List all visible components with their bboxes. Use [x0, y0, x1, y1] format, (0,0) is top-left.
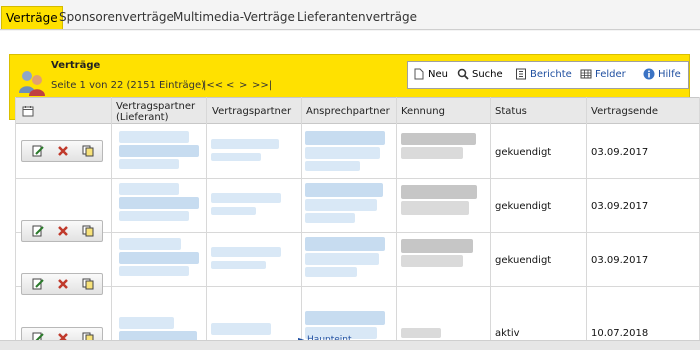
nav-next-link[interactable]: >: [239, 80, 247, 91]
row-actions: [21, 220, 103, 242]
edit-icon[interactable]: [32, 225, 44, 237]
tab-sponsorenvertraege[interactable]: Sponsorenverträge: [59, 6, 174, 29]
redacted-text: [119, 145, 199, 157]
redacted-text: [211, 193, 281, 203]
copy-icon[interactable]: [82, 278, 94, 290]
table-header-row: Vertragspartner (Lieferant) Vertragspart…: [15, 97, 700, 124]
new-button[interactable]: Neu: [413, 68, 448, 80]
redacted-text: [211, 207, 256, 215]
redacted-text: [211, 261, 266, 269]
redacted-text: [401, 328, 441, 338]
contract-end-value: 03.09.2017: [591, 201, 649, 212]
redacted-text: [401, 147, 463, 159]
new-document-icon: [414, 68, 424, 80]
redacted-text: [305, 131, 385, 145]
redacted-text: [119, 131, 189, 143]
info-icon: [643, 68, 655, 80]
reports-icon: [516, 68, 526, 80]
new-button-label: Neu: [428, 68, 448, 80]
nav-last-link[interactable]: >>|: [252, 80, 272, 91]
redacted-text: [305, 161, 360, 171]
tab-bar: Verträge Sponsorenverträge Multimedia-Ve…: [0, 0, 700, 30]
contract-end-value: 03.09.2017: [591, 255, 649, 266]
redacted-text: [119, 317, 174, 329]
tab-multimedia-vertraege[interactable]: Multimedia-Verträge: [173, 6, 295, 29]
redacted-text: [305, 311, 385, 325]
search-button-label: Suche: [472, 68, 503, 80]
redacted-text: [211, 247, 281, 257]
status-value: gekuendigt: [495, 201, 552, 212]
redacted-text: [119, 197, 199, 209]
redacted-text: [119, 183, 179, 195]
status-value: gekuendigt: [495, 255, 552, 266]
redacted-text: [401, 201, 469, 215]
help-button[interactable]: Hilfe: [643, 68, 681, 80]
redacted-text: [401, 239, 473, 253]
fields-grid-icon: [580, 69, 592, 79]
contracts-table: Vertragspartner (Lieferant) Vertragspart…: [15, 97, 700, 350]
delete-icon[interactable]: [57, 278, 69, 290]
reports-button-label: Berichte: [530, 68, 572, 80]
tab-lieferantenvertraege[interactable]: Lieferantenverträge: [297, 6, 417, 29]
column-header-vertragspartner[interactable]: Vertragspartner: [212, 106, 291, 117]
help-button-label: Hilfe: [658, 68, 681, 80]
redacted-text: [211, 153, 261, 161]
edit-icon[interactable]: [32, 278, 44, 290]
redacted-text: [119, 252, 199, 264]
redacted-text: [119, 211, 189, 221]
redacted-text: [305, 183, 383, 197]
redacted-text: [305, 147, 380, 159]
nav-prev-link[interactable]: <: [226, 80, 234, 91]
nav-first-link[interactable]: |<<: [203, 80, 223, 91]
column-header-status[interactable]: Status: [495, 106, 527, 117]
horizontal-scrollbar[interactable]: [0, 340, 700, 350]
tab-vertraege[interactable]: Verträge: [1, 6, 63, 29]
page-info: Seite 1 von 22 (2151 Einträge): [51, 80, 206, 91]
fields-button[interactable]: Felder: [580, 68, 626, 80]
redacted-text: [119, 266, 189, 276]
redacted-text: [305, 267, 357, 277]
search-icon: [457, 68, 469, 80]
redacted-text: [305, 237, 385, 251]
column-header-vertragsende[interactable]: Vertragsende: [591, 106, 658, 117]
redacted-text: [305, 213, 355, 223]
status-value: gekuendigt: [495, 147, 552, 158]
redacted-text: [119, 159, 179, 169]
redacted-text: [211, 323, 271, 335]
redacted-text: [305, 199, 377, 211]
toolbar: Neu Suche Berichte Felder Hilfe: [407, 61, 689, 89]
page-title: Verträge: [51, 60, 101, 71]
column-header-vertragspartner-lieferant[interactable]: Vertragspartner (Lieferant): [116, 101, 208, 123]
contract-end-value: 03.09.2017: [591, 147, 649, 158]
main-content: Verträge Seite 1 von 22 (2151 Einträge) …: [0, 31, 700, 350]
search-button[interactable]: Suche: [457, 68, 503, 80]
copy-icon[interactable]: [82, 225, 94, 237]
status-value: aktiv: [495, 328, 520, 339]
row-actions: [21, 273, 103, 295]
redacted-text: [305, 253, 379, 265]
users-icon: [19, 71, 45, 96]
copy-icon[interactable]: [82, 145, 94, 157]
delete-icon[interactable]: [57, 145, 69, 157]
redacted-text: [401, 185, 477, 199]
row-actions: [21, 140, 103, 162]
redacted-text: [119, 238, 181, 250]
contract-end-value: 10.07.2018: [591, 328, 649, 339]
fields-button-label: Felder: [595, 68, 626, 80]
delete-icon[interactable]: [57, 225, 69, 237]
edit-icon[interactable]: [32, 145, 44, 157]
column-header-ansprechpartner[interactable]: Ansprechpartner: [306, 106, 390, 117]
column-header-kennung[interactable]: Kennung: [401, 106, 445, 117]
calendar-icon[interactable]: [22, 105, 34, 117]
reports-button[interactable]: Berichte: [515, 68, 572, 80]
redacted-text: [211, 139, 279, 149]
redacted-text: [401, 255, 463, 267]
redacted-text: [401, 133, 476, 145]
